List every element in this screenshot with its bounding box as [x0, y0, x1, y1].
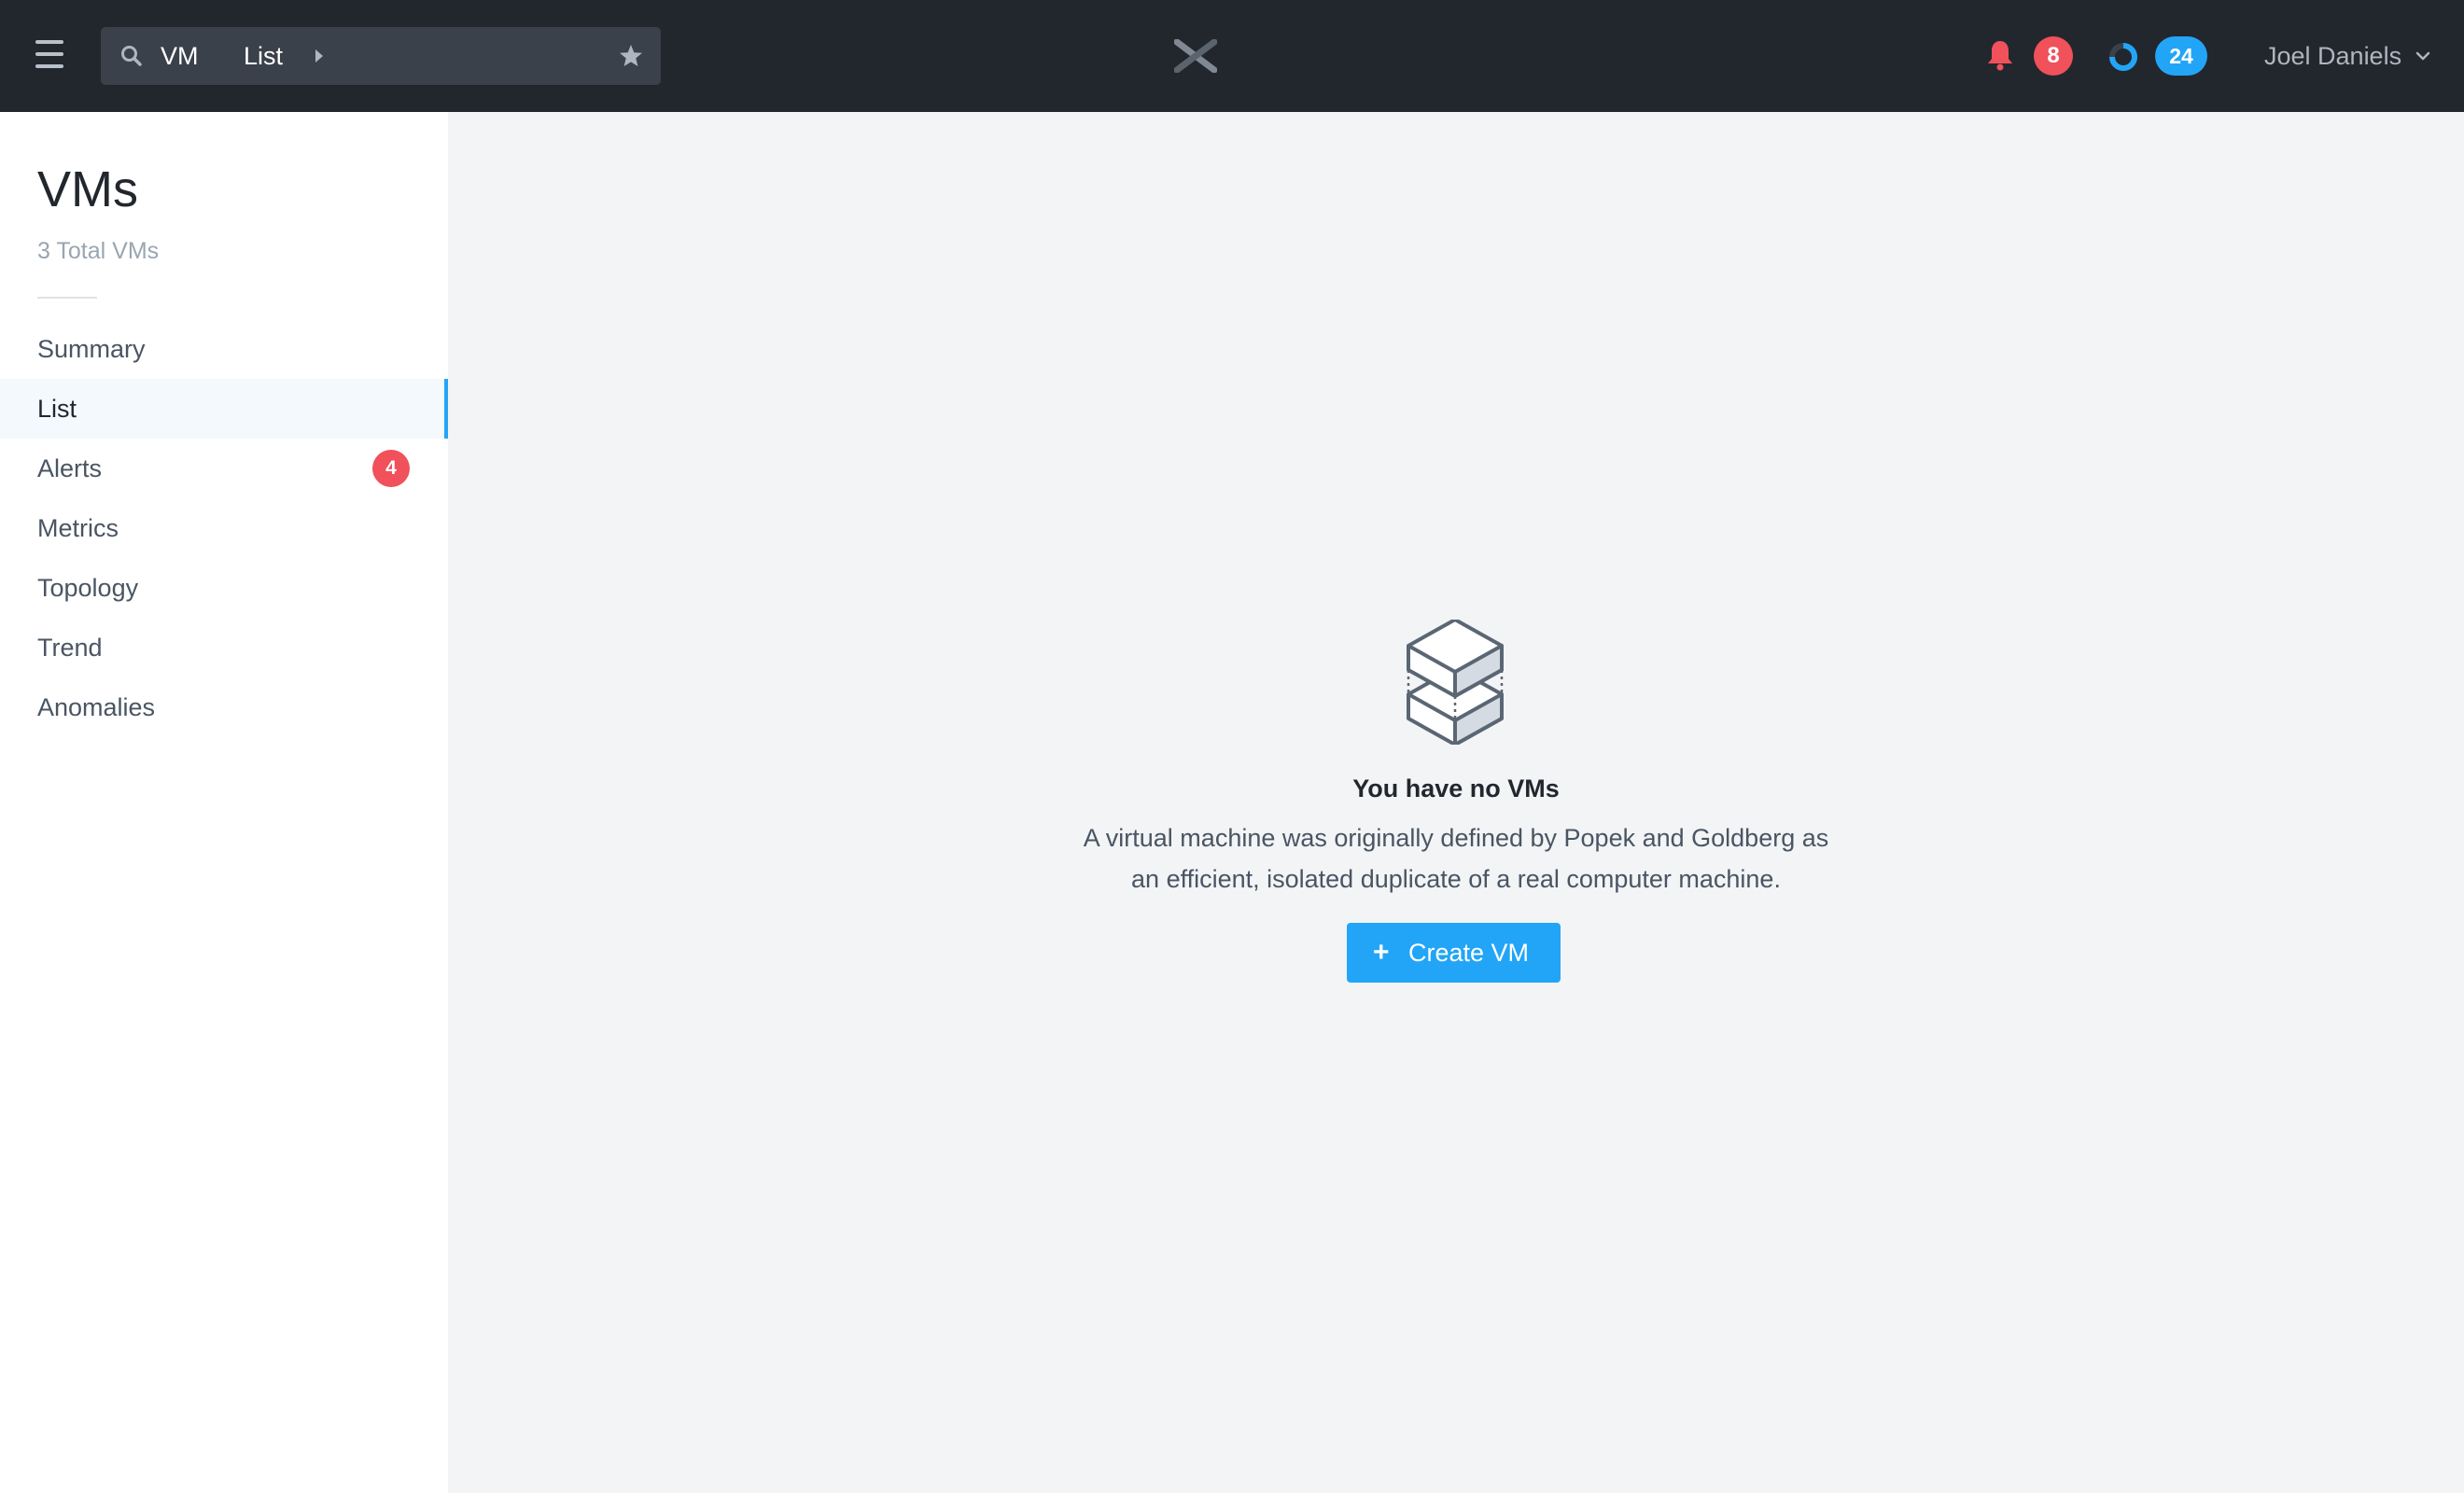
sidebar-divider: [37, 297, 97, 299]
chevron-down-icon[interactable]: [2415, 50, 2430, 62]
breadcrumb-item-list[interactable]: List: [244, 27, 283, 85]
tasks-progress-icon[interactable]: [2107, 41, 2139, 73]
sidebar-item-alerts[interactable]: Alerts 4: [0, 439, 448, 498]
sidebar-item-list[interactable]: List: [0, 379, 448, 439]
page-title: VMs: [37, 161, 138, 217]
notifications-bell-icon[interactable]: [1986, 39, 2014, 71]
create-vm-button-label: Create VM: [1408, 939, 1530, 967]
sidebar: VMs 3 Total VMs Summary List Alerts 4 Me…: [0, 112, 448, 1493]
search-breadcrumb-bar[interactable]: VM List: [101, 27, 661, 85]
tasks-count-badge[interactable]: 24: [2155, 36, 2207, 76]
create-vm-button[interactable]: + Create VM: [1347, 923, 1561, 983]
sidebar-item-label: Anomalies: [37, 693, 156, 721]
sidebar-item-trend[interactable]: Trend: [0, 618, 448, 677]
sidebar-item-metrics[interactable]: Metrics: [0, 498, 448, 558]
sidebar-item-label: Summary: [37, 335, 146, 363]
search-icon: [121, 46, 142, 66]
favorite-star-icon[interactable]: [618, 43, 644, 69]
stacked-cubes-icon: [1407, 620, 1504, 745]
sidebar-item-label: Trend: [37, 634, 103, 662]
top-navigation-bar: VM List 8 24 Joel Daniels: [0, 0, 2464, 112]
user-menu-name[interactable]: Joel Daniels: [2264, 0, 2401, 112]
alerts-count-badge: 4: [372, 450, 410, 487]
sidebar-item-summary[interactable]: Summary: [0, 319, 448, 379]
total-vms-count: 3 Total VMs: [37, 238, 160, 264]
hamburger-menu-icon[interactable]: [35, 40, 63, 72]
plus-icon: +: [1373, 937, 1390, 968]
breadcrumb-item-vm[interactable]: VM: [161, 27, 199, 85]
empty-state-description-line: an efficient, isolated duplicate of a re…: [1131, 865, 1781, 893]
sidebar-item-label: List: [37, 395, 77, 423]
sidebar-item-label: Metrics: [37, 514, 119, 542]
sidebar-item-label: Topology: [37, 574, 139, 602]
sidebar-item-label: Alerts: [37, 454, 103, 482]
breadcrumb-caret-icon: [315, 49, 323, 63]
notifications-count-badge[interactable]: 8: [2034, 36, 2073, 76]
sidebar-item-topology[interactable]: Topology: [0, 558, 448, 618]
app-logo-icon[interactable]: [1174, 39, 1217, 73]
sidebar-item-anomalies[interactable]: Anomalies: [0, 677, 448, 737]
empty-state-description-line: A virtual machine was originally defined…: [1083, 824, 1829, 852]
empty-state-description: A virtual machine was originally defined…: [1036, 817, 1876, 900]
empty-state-title: You have no VMs: [1352, 774, 1560, 802]
